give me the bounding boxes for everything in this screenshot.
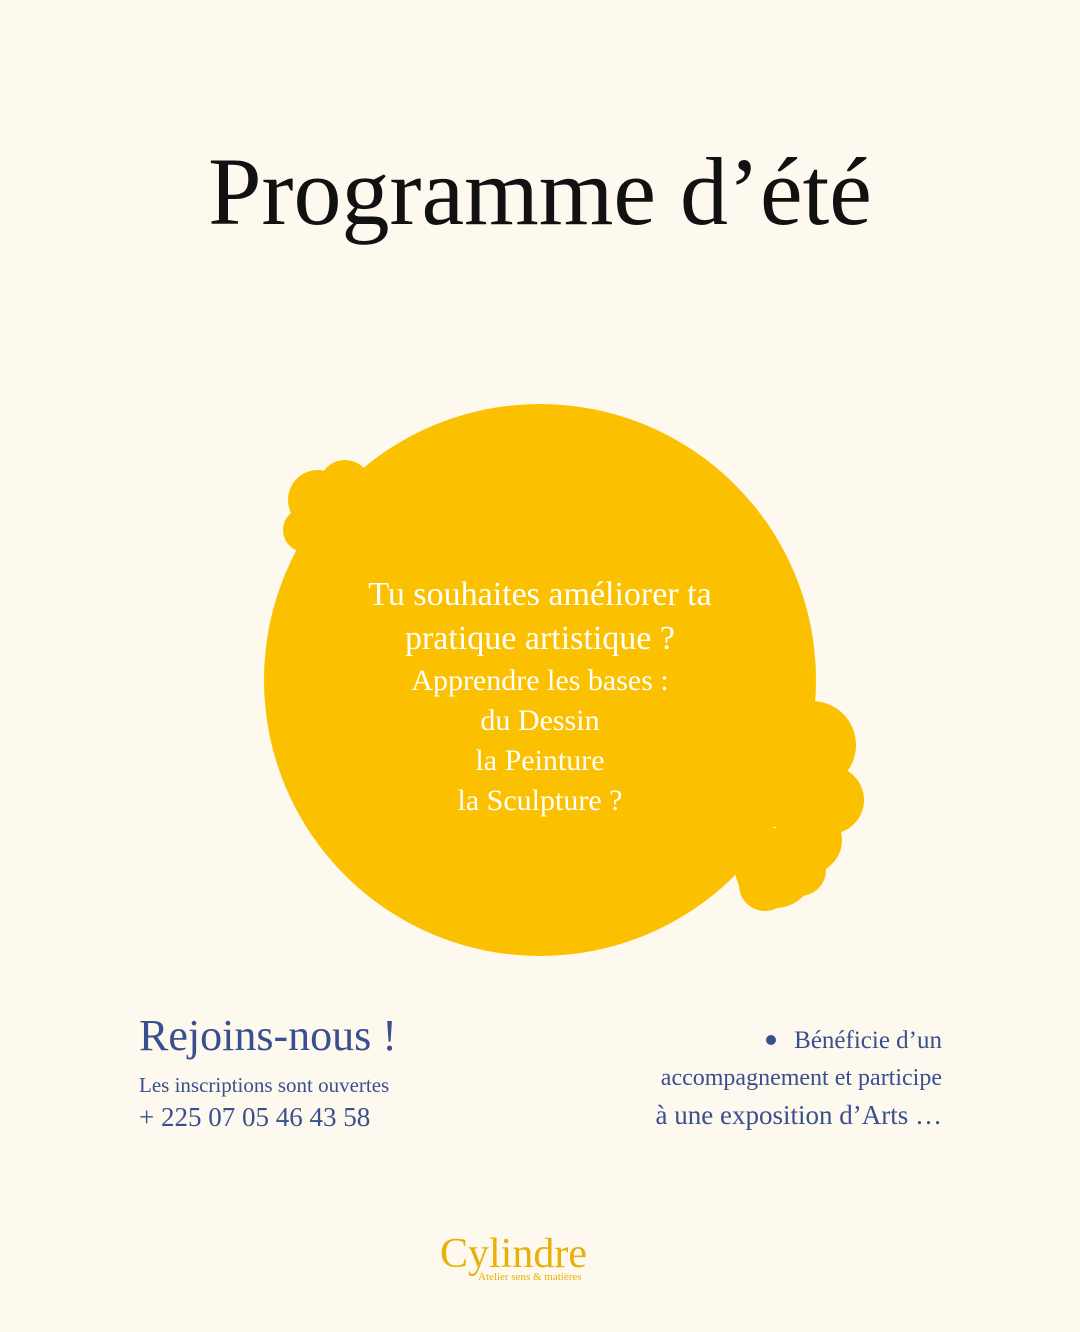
blob-question-text: Tu souhaites améliorer ta pratique artis…: [290, 573, 790, 821]
benefit-line-1: Bénéficie d’un: [656, 1022, 942, 1060]
benefit-text-1: Bénéficie d’un: [794, 1027, 942, 1054]
question-line-5: la Peinture: [475, 744, 605, 777]
bullet-icon: [766, 1035, 777, 1046]
question-line-1: Tu souhaites améliorer ta: [368, 576, 712, 613]
benefit-section: Bénéficie d’un accompagnement et partici…: [656, 1022, 942, 1134]
join-section: Rejoins-nous ! Les inscriptions sont ouv…: [139, 1006, 397, 1134]
benefit-line-2: accompagnement et participe: [660, 1065, 942, 1091]
benefit-line-3: à une exposition d’Arts …: [655, 1100, 942, 1130]
join-heading: Rejoins-nous !: [139, 1011, 397, 1060]
registration-note: Les inscriptions sont ouvertes: [139, 1073, 390, 1097]
question-line-4: du Dessin: [480, 704, 600, 737]
question-line-3: Apprendre les bases :: [411, 664, 669, 697]
question-line-6: la Sculpture ?: [457, 784, 623, 817]
logo-tagline: Atelier sens & matières: [478, 1271, 582, 1283]
cylindre-logo: Cylindre Atelier sens & matières: [440, 1228, 610, 1288]
phone-number[interactable]: + 225 07 05 46 43 58: [139, 1100, 397, 1134]
question-line-2: pratique artistique ?: [404, 620, 675, 657]
